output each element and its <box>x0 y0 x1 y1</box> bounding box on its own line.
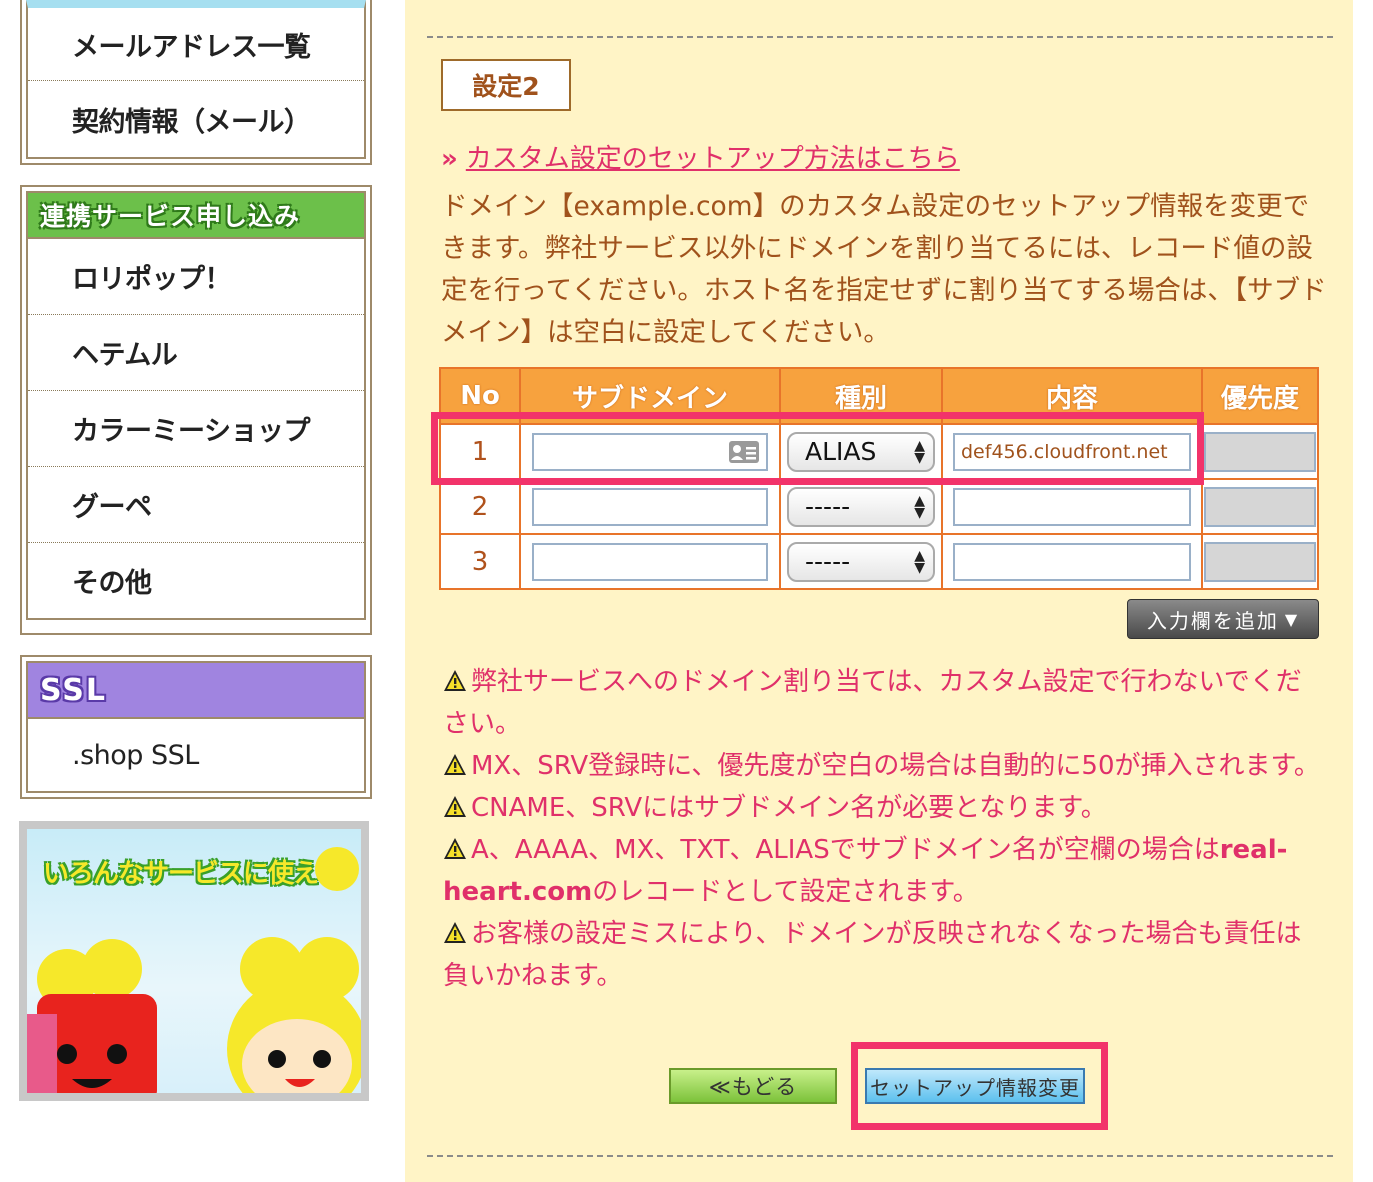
ssl-menu-header: SSL <box>28 663 364 719</box>
double-chevron-right-icon: » <box>441 144 458 174</box>
service-menu-header: 連携サービス申し込み <box>28 193 364 239</box>
subdomain-input[interactable] <box>532 487 768 526</box>
warning-item: CNAME、SRVにはサブドメイン名が必要となります。 <box>443 787 1323 829</box>
banner-illustration: いろんなサービスに使えて <box>27 829 361 1093</box>
sidebar-item-colorme-shop[interactable]: カラーミーショップ <box>28 391 364 467</box>
row-number: 3 <box>439 533 521 590</box>
sidebar-item-mail-address-list[interactable]: メールアドレス一覧 <box>28 8 364 81</box>
setup-guide-link-label[interactable]: カスタム設定のセットアップ方法はこちら <box>466 144 960 174</box>
bottom-divider <box>427 1155 1333 1157</box>
record-type-select[interactable]: ----- ▲ ▼ <box>787 541 935 582</box>
warning-item: A、AAAA、MX、TXT、ALIASでサブドメイン名が空欄の場合はreal-h… <box>443 835 1288 907</box>
sidebar-item-lolipop[interactable]: ロリポップ！ <box>28 239 364 315</box>
warning-icon <box>444 922 466 943</box>
record-type-value: ----- <box>805 547 851 576</box>
service-banner[interactable]: いろんなサービスに使えて <box>19 821 369 1101</box>
table-row: 3 ----- ▲ ▼ <box>439 533 1319 590</box>
sidebar-item-other[interactable]: その他 <box>28 543 364 618</box>
priority-input <box>1204 486 1316 527</box>
add-row-button-label: 入力欄を追加 <box>1146 608 1279 633</box>
top-divider <box>427 36 1333 38</box>
sidebar-item-mail-contract[interactable]: 契約情報（メール） <box>28 81 364 157</box>
subdomain-input[interactable] <box>532 542 768 581</box>
setup-guide-link[interactable]: » カスタム設定のセットアップ方法はこちら <box>441 138 960 175</box>
banner-characters-image <box>27 847 361 1093</box>
row-number: 2 <box>439 478 521 535</box>
highlight-submit-button <box>851 1042 1108 1130</box>
select-arrows-icon: ▲ ▼ <box>914 547 925 576</box>
warning-item: お客様の設定ミスにより、ドメインが反映されなくなった場合も責任は負いかねます。 <box>443 919 1302 991</box>
warning-item: MX、SRV登録時に、優先度が空白の場合は自動的に50が挿入されます。 <box>443 745 1323 787</box>
content-input[interactable] <box>953 542 1191 581</box>
triangle-down-icon: ▼ <box>1284 609 1300 629</box>
select-arrows-icon: ▲ ▼ <box>914 492 925 521</box>
header-priority: 優先度 <box>1201 367 1319 425</box>
service-menu-box: 連携サービス申し込み ロリポップ！ ヘテムル カラーミーショップ グーペ その他 <box>20 185 372 635</box>
description-text: ドメイン【example.com】のカスタム設定のセットアップ情報を変更できます… <box>441 191 1327 348</box>
sidebar-item-goope[interactable]: グーペ <box>28 467 364 543</box>
warning-icon <box>444 796 466 817</box>
warning-list: 弊社サービスへのドメイン割り当ては、カスタム設定で行わないでください。 MX、S… <box>443 661 1323 997</box>
record-type-value: ----- <box>805 492 851 521</box>
content-input[interactable] <box>953 487 1191 526</box>
priority-input <box>1204 431 1316 472</box>
warning-icon <box>444 838 466 859</box>
table-row: 2 ----- ▲ ▼ <box>439 478 1319 535</box>
highlight-row-1 <box>431 412 1204 485</box>
record-type-select[interactable]: ----- ▲ ▼ <box>787 486 935 527</box>
main-panel: 設定2 » カスタム設定のセットアップ方法はこちら ドメイン【example.co… <box>405 0 1353 1182</box>
back-button[interactable]: ≪もどる <box>669 1068 837 1104</box>
section-title: 設定2 <box>441 59 571 111</box>
warning-item: 弊社サービスへのドメイン割り当ては、カスタム設定で行わないでください。 <box>443 667 1302 739</box>
ssl-menu-box: SSL .shop SSL <box>20 655 372 799</box>
sidebar-item-heteml[interactable]: ヘテムル <box>28 315 364 391</box>
add-row-button[interactable]: 入力欄を追加 ▼ <box>1127 599 1319 639</box>
sidebar-item-shop-ssl[interactable]: .shop SSL <box>28 719 364 791</box>
priority-input <box>1204 541 1316 582</box>
warning-icon <box>444 754 466 775</box>
mail-menu-box: メールアドレス一覧 契約情報（メール） <box>20 0 372 165</box>
warning-icon <box>444 670 466 691</box>
